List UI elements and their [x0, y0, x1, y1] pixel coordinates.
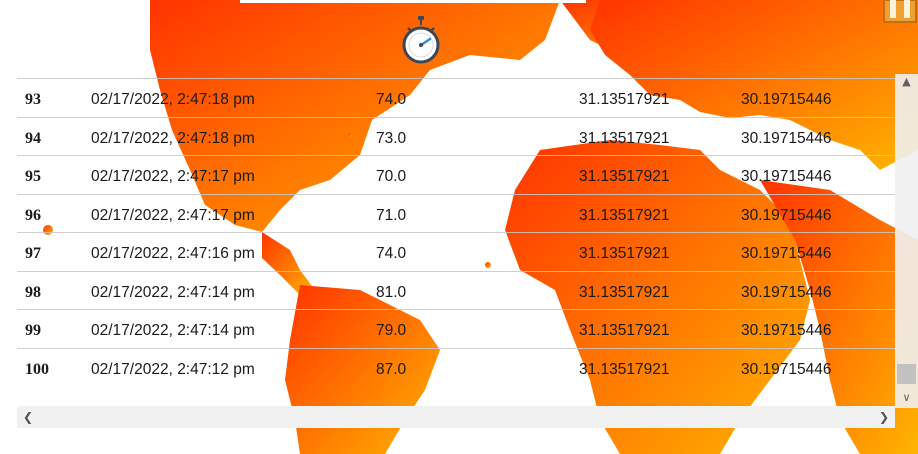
table-row: 100 02/17/2022, 2:47:12 pm 87.0 31.13517921… [17, 347, 895, 387]
row-datetime: 02/17/2022, 2:47:14 pm [91, 322, 255, 339]
row-value: 74.0 [376, 91, 407, 108]
row-value: 74.0 [376, 245, 407, 262]
row-id: 100 [25, 360, 49, 378]
row-id: 95 [25, 168, 41, 185]
row-id: 99 [25, 322, 41, 339]
row-value: 81.0 [376, 283, 407, 301]
top-strip [240, 0, 586, 3]
row-latitude: 31.13517921 [579, 245, 670, 262]
row-datetime: 02/17/2022, 2:47:18 pm [91, 129, 255, 147]
row-id: 93 [25, 91, 41, 108]
row-id: 96 [25, 206, 41, 224]
table-row: 94 02/17/2022, 2:47:18 pm 73.0 31.13517921 3… [17, 116, 895, 156]
row-value: 79.0 [376, 322, 407, 339]
row-longitude: 30.19715446 [741, 360, 832, 378]
row-datetime: 02/17/2022, 2:47:18 pm [91, 91, 255, 108]
chevron-up-icon[interactable]: ▲ [895, 74, 918, 90]
table-row: 98 02/17/2022, 2:47:14 pm 81.0 31.13517921 3… [17, 270, 895, 310]
row-longitude: 30.19715446 [741, 168, 832, 185]
table-row: 95 02/17/2022, 2:47:17 pm 70.0 31.13517921 3… [17, 155, 895, 194]
row-longitude: 30.19715446 [741, 283, 832, 301]
row-latitude: 31.13517921 [579, 129, 670, 147]
row-longitude: 30.19715446 [741, 206, 832, 224]
row-latitude: 31.13517921 [579, 206, 670, 224]
readings-table: 93 02/17/2022, 2:47:18 pm 74.0 31.13517921 3… [17, 78, 895, 426]
row-datetime: 02/17/2022, 2:47:16 pm [91, 245, 255, 262]
horizontal-scrollbar[interactable]: ❮ ❯ [17, 406, 895, 428]
row-id: 98 [25, 283, 41, 301]
row-latitude: 31.13517921 [579, 360, 670, 378]
table-row: 99 02/17/2022, 2:47:14 pm 79.0 31.13517921 3… [17, 309, 895, 348]
row-value: 87.0 [376, 360, 407, 378]
chevron-left-icon[interactable]: ❮ [19, 406, 37, 428]
table-row: 93 02/17/2022, 2:47:18 pm 74.0 31.13517921 3… [17, 78, 895, 117]
row-value: 71.0 [376, 206, 407, 224]
row-longitude: 30.19715446 [741, 91, 832, 108]
row-value: 70.0 [376, 168, 407, 185]
row-longitude: 30.19715446 [741, 129, 832, 147]
row-datetime: 02/17/2022, 2:47:12 pm [91, 360, 255, 378]
table-row: 97 02/17/2022, 2:47:16 pm 74.0 31.13517921 3… [17, 232, 895, 271]
row-latitude: 31.13517921 [579, 322, 670, 339]
row-datetime: 02/17/2022, 2:47:17 pm [91, 206, 255, 224]
row-longitude: 30.19715446 [741, 245, 832, 262]
chevron-down-icon[interactable]: ∨ [895, 390, 918, 406]
row-latitude: 31.13517921 [579, 91, 670, 108]
row-id: 97 [25, 245, 41, 262]
row-value: 73.0 [376, 129, 407, 147]
row-datetime: 02/17/2022, 2:47:17 pm [91, 168, 255, 185]
row-latitude: 31.13517921 [579, 283, 670, 301]
chevron-right-icon[interactable]: ❯ [875, 406, 893, 428]
table-row: 96 02/17/2022, 2:47:17 pm 71.0 31.13517921 3… [17, 193, 895, 233]
vertical-scrollbar[interactable]: ▲ ∨ [895, 74, 918, 408]
stopwatch-icon [402, 16, 440, 64]
row-datetime: 02/17/2022, 2:47:14 pm [91, 283, 255, 301]
scrollbar-thumb[interactable] [897, 364, 916, 384]
row-longitude: 30.19715446 [741, 322, 832, 339]
corner-image [883, 0, 917, 23]
row-id: 94 [25, 129, 41, 147]
row-latitude: 31.13517921 [579, 168, 670, 185]
